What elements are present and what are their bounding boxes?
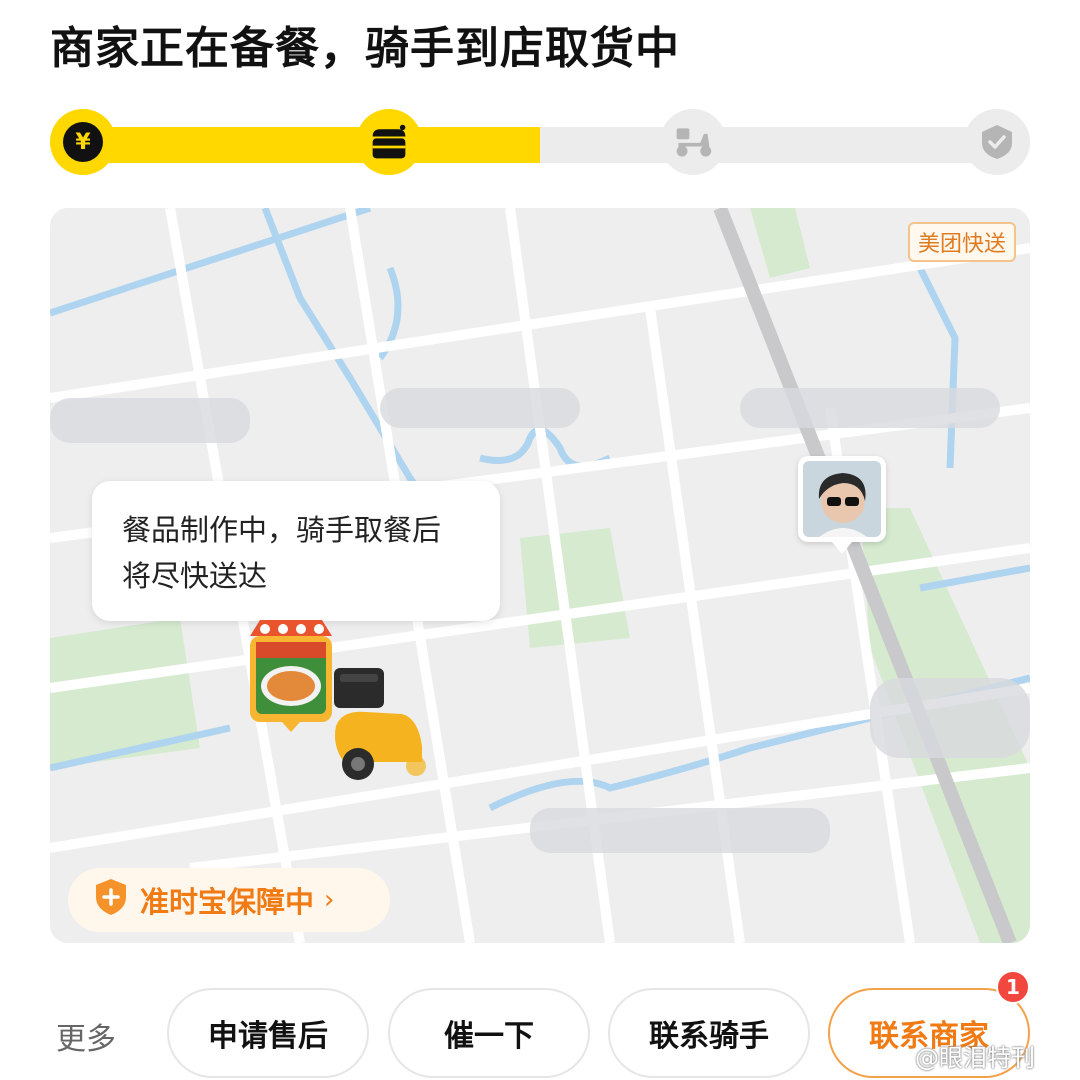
bubble-line-1: 餐品制作中，骑手取餐后 xyxy=(122,513,442,547)
guarantee-label: 准时宝保障中 xyxy=(140,885,315,919)
apply-after-sale-button[interactable]: 申请售后 xyxy=(167,988,369,1078)
chevron-right-icon: › xyxy=(324,885,335,915)
page-title: 商家正在备餐，骑手到店取货中 xyxy=(50,23,680,74)
urge-button[interactable]: 催一下 xyxy=(388,988,590,1078)
status-bubble: 餐品制作中，骑手取餐后 将尽快送达 xyxy=(92,481,500,621)
delivery-map[interactable]: 美团快送 餐品制作中，骑手取餐后 将尽快送达 准时宝保障中 › xyxy=(50,208,1030,943)
shop-icon xyxy=(369,122,409,162)
scooter-icon xyxy=(673,122,713,162)
scooter-icon xyxy=(334,668,426,780)
contact-rider-button[interactable]: 联系骑手 xyxy=(608,988,810,1078)
step-delivering xyxy=(660,109,726,175)
avatar-pin xyxy=(832,542,852,554)
order-progress: ¥ xyxy=(50,105,1030,175)
check-icon xyxy=(977,122,1017,162)
bubble-line-2: 将尽快送达 xyxy=(122,559,268,593)
step-delivered xyxy=(964,109,1030,175)
merchant-message-badge: 1 xyxy=(996,970,1030,1004)
shield-plus-icon xyxy=(94,878,128,923)
more-link[interactable]: 更多 xyxy=(56,1014,116,1058)
progress-fill xyxy=(85,127,540,163)
rider-scooter xyxy=(322,666,432,784)
rider-photo xyxy=(803,461,881,537)
watermark: @眼泪特刊 xyxy=(915,1044,1035,1072)
step-paid: ¥ xyxy=(50,109,116,175)
yen-icon: ¥ xyxy=(63,122,103,162)
rider-avatar[interactable] xyxy=(798,456,886,554)
on-time-guarantee[interactable]: 准时宝保障中 › xyxy=(68,868,390,932)
brand-tag: 美团快送 xyxy=(907,222,1016,262)
step-preparing xyxy=(356,109,422,175)
